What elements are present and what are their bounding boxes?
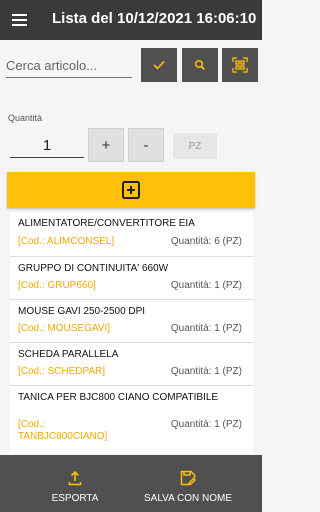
item-code: [Cod.: GRUP660] xyxy=(18,280,96,291)
item-code: [Cod.: SCHEDPAR] xyxy=(18,366,106,377)
qr-scan-icon xyxy=(232,57,248,73)
list-item[interactable]: ALIMENTATORE/CONVERTITORE EIA [Cod.: ALI… xyxy=(10,212,253,257)
quantity-label: Quantità xyxy=(8,113,43,123)
save-as-button[interactable]: SALVA CON NOME xyxy=(138,455,238,512)
search-input[interactable] xyxy=(6,54,132,78)
upload-icon xyxy=(68,470,82,486)
add-item-button[interactable] xyxy=(7,172,255,208)
item-code: [Cod.: MOUSEGAVI] xyxy=(18,323,111,334)
app-bar: Lista del 10/12/2021 16:06:10 xyxy=(0,0,262,40)
save-as-label: SALVA CON NOME xyxy=(144,493,232,504)
export-button[interactable]: ESPORTA xyxy=(44,455,106,512)
save-edit-icon xyxy=(180,470,196,486)
item-name: SCHEDA PARALLELA xyxy=(18,349,119,360)
item-code: [Cod.: ALIMCONSEL] xyxy=(18,236,115,247)
list-item[interactable]: SCHEDA PARALLELA [Cod.: SCHEDPAR] Quanti… xyxy=(10,343,253,386)
list-item[interactable]: MOUSE GAVI 250-2500 DPI [Cod.: MOUSEGAVI… xyxy=(10,300,253,343)
list-item[interactable]: TANICA PER BJC800 CIANO COMPATIBILE [Cod… xyxy=(10,386,253,454)
menu-icon[interactable] xyxy=(9,9,31,31)
bottom-bar: ESPORTA SALVA CON NOME xyxy=(0,455,262,512)
search-icon xyxy=(194,59,206,71)
export-label: ESPORTA xyxy=(51,493,99,504)
item-name: MOUSE GAVI 250-2500 DPI xyxy=(18,306,146,317)
item-code-line1: [Cod.: xyxy=(18,419,45,430)
item-name: GRUPPO DI CONTINUITA' 660W xyxy=(18,263,169,274)
quantity-input[interactable] xyxy=(10,134,84,158)
item-quantity: Quantità: 1 (PZ) xyxy=(170,323,242,334)
confirm-button[interactable] xyxy=(141,48,177,82)
item-name: ALIMENTATORE/CONVERTITORE EIA xyxy=(18,218,195,229)
search-button[interactable] xyxy=(182,48,218,82)
item-code-line2: TANBJC800CIANO] xyxy=(18,431,108,442)
page-title: Lista del 10/12/2021 16:06:10 xyxy=(52,10,257,27)
decrement-button[interactable]: - xyxy=(128,128,164,162)
search-row xyxy=(0,48,262,84)
increment-button[interactable]: + xyxy=(88,128,124,162)
check-icon xyxy=(153,60,165,70)
item-name: TANICA PER BJC800 CIANO COMPATIBILE xyxy=(18,392,219,403)
item-quantity: Quantità: 1 (PZ) xyxy=(170,419,242,430)
list-item[interactable]: GRUPPO DI CONTINUITA' 660W [Cod.: GRUP66… xyxy=(10,257,253,300)
scan-button[interactable] xyxy=(222,48,258,82)
item-quantity: Quantità: 1 (PZ) xyxy=(170,280,242,291)
add-box-icon xyxy=(122,181,140,199)
item-quantity: Quantità: 6 (PZ) xyxy=(170,236,242,247)
unit-button[interactable]: PZ xyxy=(173,133,217,159)
item-list: ALIMENTATORE/CONVERTITORE EIA [Cod.: ALI… xyxy=(10,212,253,454)
item-quantity: Quantità: 1 (PZ) xyxy=(170,366,242,377)
